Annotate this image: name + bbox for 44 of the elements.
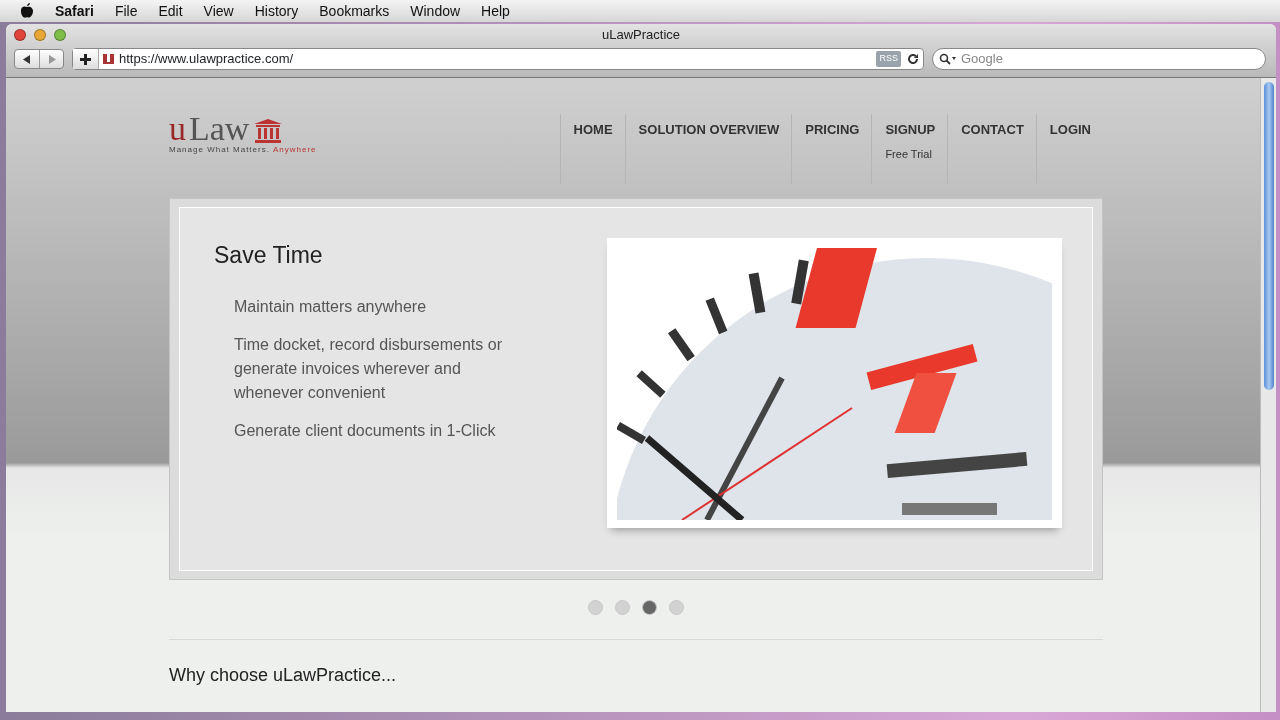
feature-text: Generate client documents in 1-Click (234, 420, 497, 441)
logo-text: u (169, 114, 186, 144)
slide-dot[interactable] (588, 600, 603, 615)
logo-tagline: Manage What Matters. (169, 144, 270, 156)
menu-item[interactable]: Bookmarks (319, 0, 390, 22)
menu-item[interactable]: Window (410, 0, 461, 22)
add-bookmark-button[interactable] (73, 49, 99, 69)
window-title: uLawPractice (602, 26, 680, 45)
minimize-button[interactable] (34, 29, 46, 41)
menu-item[interactable]: Edit (158, 0, 183, 22)
forward-arrow-icon (47, 54, 56, 64)
nav-link[interactable]: CONTACT (947, 114, 1036, 184)
slide-title: Save Time (214, 241, 324, 270)
slide-dot[interactable] (615, 600, 630, 615)
nav-link[interactable]: HOME (559, 114, 625, 184)
menu-item[interactable]: Help (481, 0, 510, 22)
menu-item[interactable]: History (254, 0, 299, 22)
scrollbar-thumb[interactable] (1263, 82, 1274, 390)
search-icon (939, 53, 957, 65)
feature-text: Maintain matters anywhere (234, 296, 428, 317)
nav-link[interactable]: SOLUTION OVERVIEW (624, 114, 792, 184)
apple-icon[interactable] (20, 3, 34, 19)
zoom-button[interactable] (54, 29, 66, 41)
slide-dot[interactable] (669, 600, 684, 615)
logo-tagline: Anywhere (272, 144, 317, 156)
menu-item[interactable]: Safari (55, 0, 94, 22)
url-text: https://www.ulawpractice.com/ (119, 50, 294, 69)
close-button[interactable] (14, 29, 26, 41)
menu-item[interactable]: File (114, 0, 138, 22)
nav-sublabel[interactable]: Free Trial (885, 145, 936, 162)
address-field[interactable]: https://www.ulawpractice.com/ RSS (72, 48, 924, 70)
reload-icon[interactable] (907, 53, 919, 65)
slide-dot[interactable] (642, 600, 657, 615)
plus-icon (80, 53, 91, 65)
site-favicon-icon (101, 52, 117, 66)
section-heading: Why choose uLawPractice... (169, 665, 397, 685)
menu-item[interactable]: View (203, 0, 234, 22)
feature-text: Time docket, record disbursements or generate invoices wherever and whenever convenient (234, 334, 503, 403)
logo-text: Law (189, 114, 250, 144)
nav-link[interactable]: PRICING (791, 114, 872, 184)
nav-label: SIGNUP (885, 121, 936, 139)
nav-link[interactable]: LOGIN (1035, 114, 1103, 184)
back-arrow-icon (23, 54, 31, 64)
search-field[interactable]: Google (932, 48, 1266, 70)
